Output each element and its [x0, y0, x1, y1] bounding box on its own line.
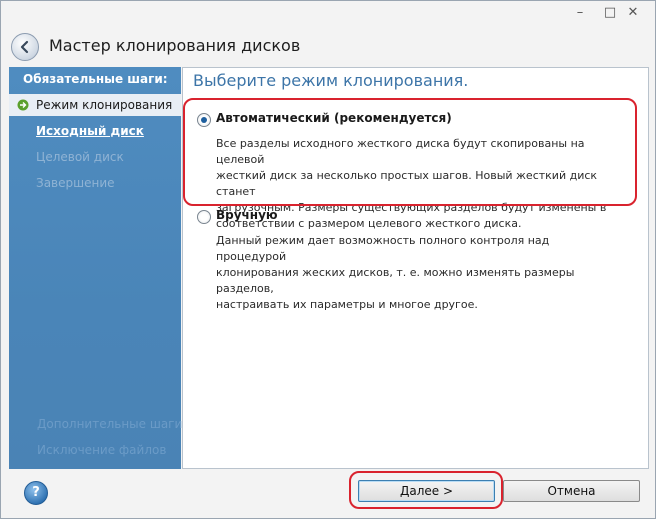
close-button[interactable]: ✕ — [611, 1, 655, 23]
help-button[interactable]: ? — [24, 481, 48, 505]
description-line: клонирования жеских дисков, т. е. можно … — [216, 266, 575, 295]
manual-mode-label[interactable]: Вручную — [216, 208, 278, 222]
page-title: Выберите режим клонирования. — [193, 71, 469, 90]
wizard-title: Мастер клонирования дисков — [49, 36, 301, 55]
wizard-header: Мастер клонирования дисков — [1, 27, 655, 67]
sidebar-item-target-disk: Целевой диск — [36, 150, 124, 164]
sidebar-item-finish: Завершение — [36, 176, 115, 190]
sidebar-item-label: Режим клонирования — [36, 98, 173, 112]
optional-steps-heading: Дополнительные шаги: — [37, 417, 187, 431]
current-step-arrow-icon — [17, 99, 29, 111]
steps-sidebar: Обязательные шаги: Режим клонирования Ис… — [9, 67, 186, 469]
sidebar-item-exclude-files: Исключение файлов — [37, 443, 167, 457]
back-button[interactable] — [11, 33, 39, 61]
cancel-button[interactable]: Отмена — [503, 480, 640, 502]
description-line: настраивать их параметры и многое другое… — [216, 298, 478, 311]
manual-mode-radio[interactable] — [197, 210, 211, 224]
description-line: Данный режим дает возможность полного ко… — [216, 234, 550, 263]
next-button-highlight — [349, 471, 503, 509]
minimize-button[interactable]: – — [565, 1, 595, 23]
title-bar: – □ ✕ — [1, 1, 655, 27]
back-arrow-icon — [20, 40, 29, 54]
sidebar-item-source-disk[interactable]: Исходный диск — [9, 120, 181, 142]
wizard-footer: ? Далее > Отмена — [1, 469, 655, 518]
sidebar-item-clone-mode[interactable]: Режим клонирования — [9, 94, 181, 116]
auto-option-highlight — [183, 98, 637, 206]
required-steps-heading: Обязательные шаги: — [23, 72, 168, 86]
wizard-window: – □ ✕ Мастер клонирования дисков Обязате… — [0, 0, 656, 519]
manual-mode-description: Данный режим дает возможность полного ко… — [216, 233, 616, 313]
